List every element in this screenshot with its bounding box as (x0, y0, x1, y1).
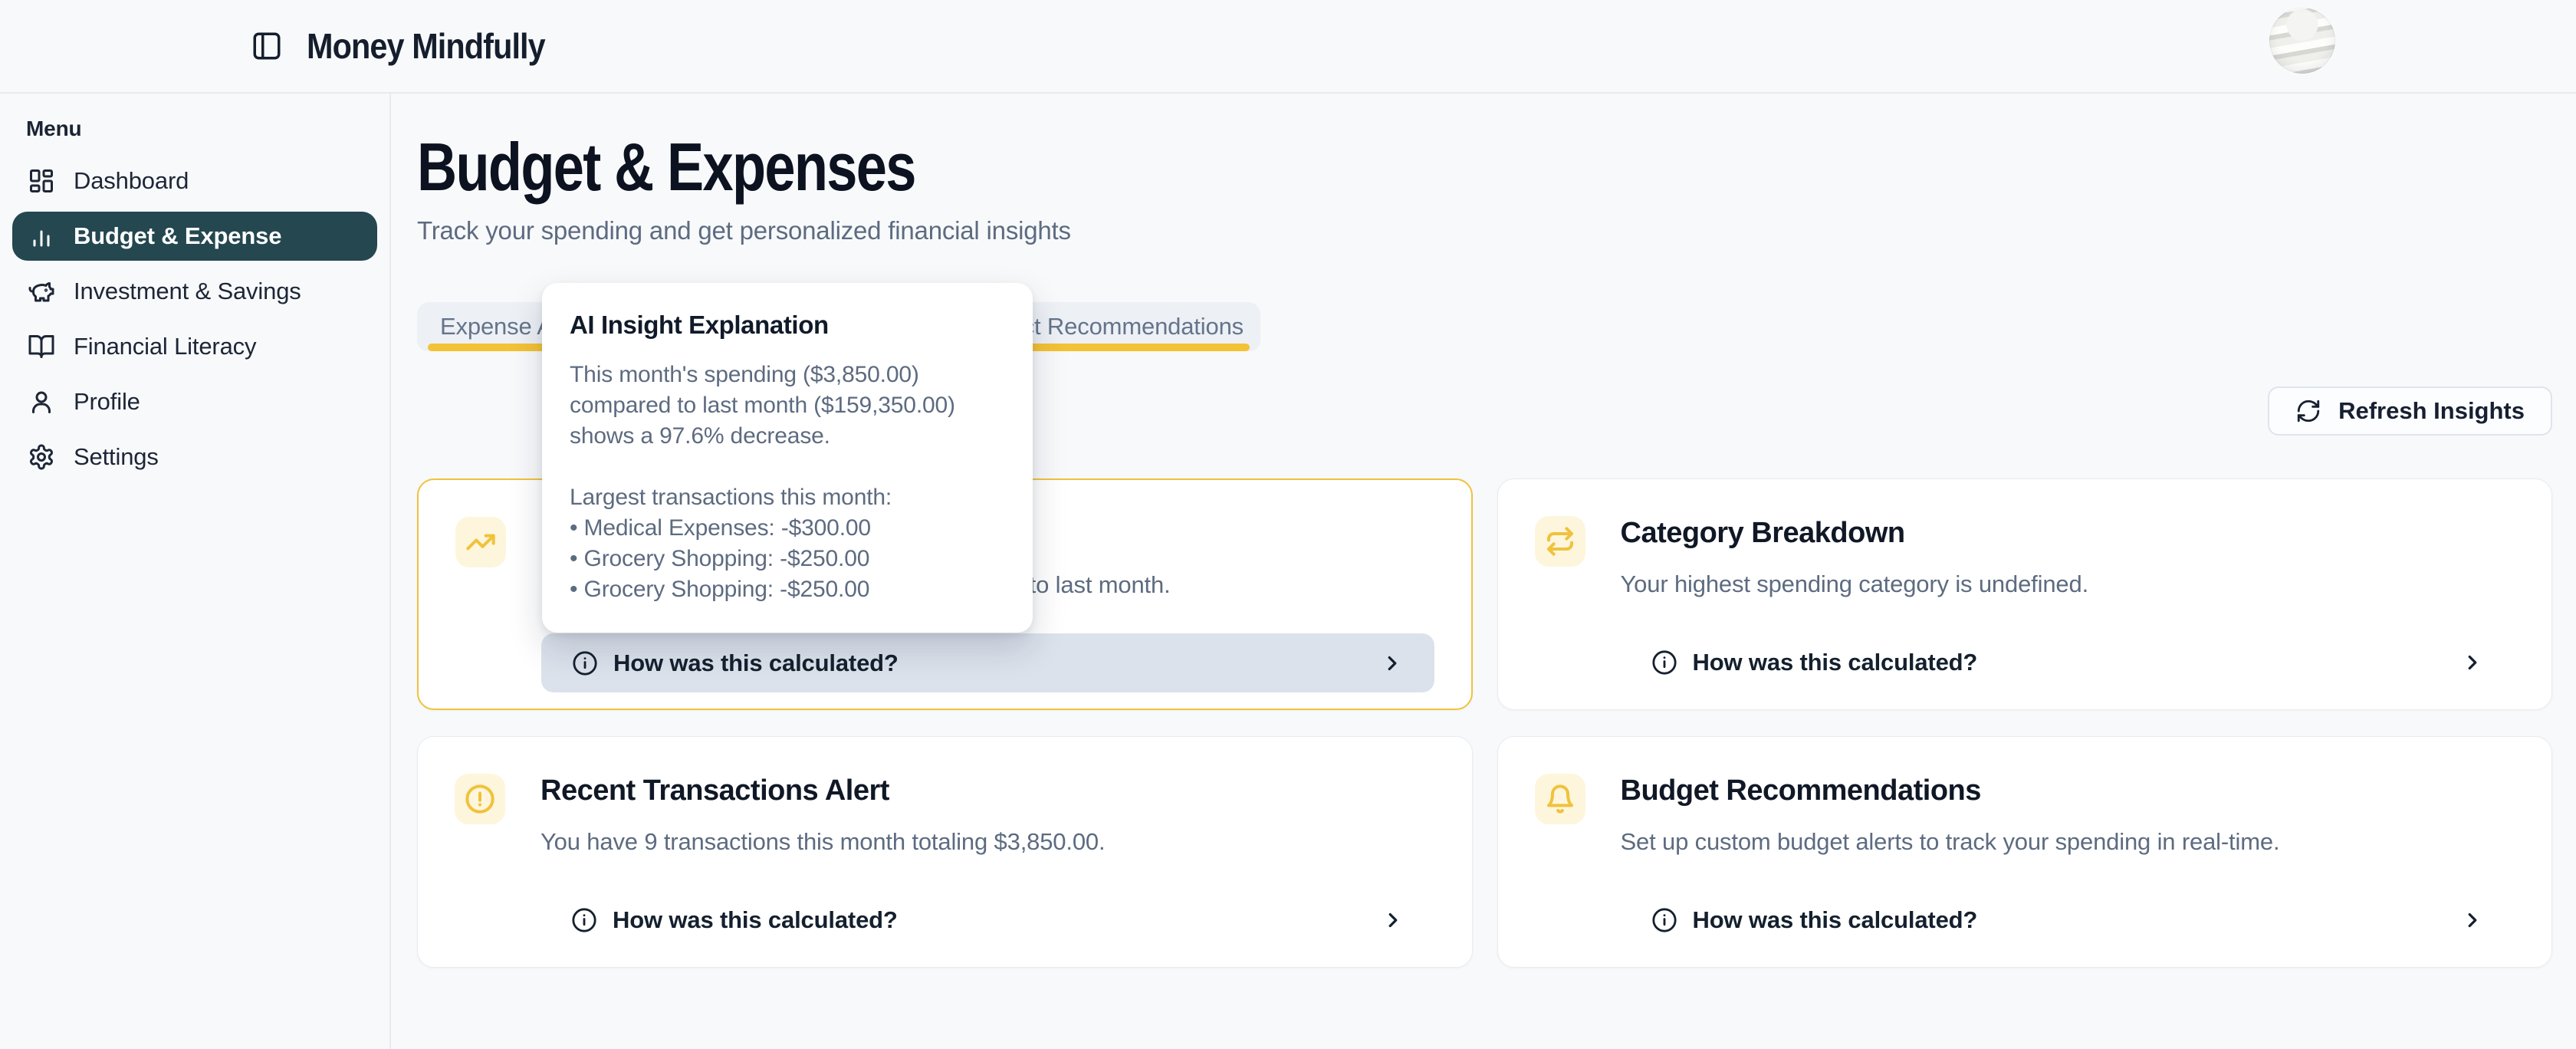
user-icon (28, 388, 55, 416)
app-root: Money Mindfully Menu Dashboard Budget & … (0, 0, 2576, 1049)
how-calculated-button[interactable]: How was this calculated? (1621, 633, 2515, 692)
how-calculated-button[interactable]: How was this calculated? (1621, 890, 2515, 949)
sidebar-item-dashboard[interactable]: Dashboard (12, 156, 377, 206)
tooltip-list-heading: Largest transactions this month: (570, 482, 1005, 513)
info-icon (572, 650, 598, 676)
page-title: Budget & Expenses (417, 133, 915, 201)
sidebar-item-label: Dashboard (74, 167, 189, 195)
info-icon (1651, 649, 1677, 676)
chevron-right-icon (2461, 909, 2484, 932)
card-subtitle: You have 9 transactions this month total… (540, 827, 1435, 857)
page-subtitle: Track your spending and get personalized… (417, 216, 2552, 245)
refresh-insights-button[interactable]: Refresh Insights (2268, 386, 2552, 436)
how-calculated-label: How was this calculated? (1693, 649, 1978, 676)
info-icon (1651, 907, 1677, 933)
chevron-right-icon (1381, 652, 1404, 675)
budget-recommendations-card: Budget Recommendations Set up custom bud… (1497, 736, 2553, 968)
sidebar-item-label: Settings (74, 443, 159, 471)
ai-insight-tooltip: AI Insight Explanation This month's spen… (542, 283, 1033, 633)
tooltip-bullet: • Grocery Shopping: -$250.00 (570, 544, 1005, 574)
card-title: Budget Recommendations (1621, 774, 2515, 807)
alert-circle-icon (455, 774, 505, 824)
sidebar-item-label: Profile (74, 388, 140, 416)
piggy-bank-icon (28, 278, 55, 305)
refresh-label: Refresh Insights (2338, 397, 2525, 425)
sidebar-item-settings[interactable]: Settings (12, 432, 377, 482)
how-calculated-label: How was this calculated? (1693, 906, 1978, 934)
chevron-right-icon (2461, 651, 2484, 674)
bar-chart-icon (28, 222, 55, 250)
how-calculated-label: How was this calculated? (613, 906, 898, 934)
sidebar-item-financial-literacy[interactable]: Financial Literacy (12, 322, 377, 371)
how-calculated-button[interactable]: How was this calculated? (541, 633, 1434, 692)
bell-icon (1535, 774, 1585, 824)
sidebar-item-label: Investment & Savings (74, 278, 301, 305)
trending-up-icon (455, 517, 506, 567)
repeat-icon (1535, 516, 1585, 567)
dashboard-icon (28, 167, 55, 195)
category-breakdown-card: Category Breakdown Your highest spending… (1497, 478, 2553, 710)
tooltip-title: AI Insight Explanation (570, 311, 1005, 340)
sidebar-item-investment-savings[interactable]: Investment & Savings (12, 267, 377, 316)
sidebar-item-profile[interactable]: Profile (12, 377, 377, 426)
tooltip-bullet: • Medical Expenses: -$300.00 (570, 513, 1005, 544)
sidebar-item-budget-expense[interactable]: Budget & Expense (12, 212, 377, 261)
sidebar-toggle-button[interactable] (247, 26, 287, 66)
chevron-right-icon (1382, 909, 1405, 932)
sidebar-item-label: Budget & Expense (74, 222, 281, 250)
sidebar-section-label: Menu (26, 117, 377, 141)
sidebar-item-label: Financial Literacy (74, 333, 256, 360)
card-subtitle: Set up custom budget alerts to track you… (1621, 827, 2515, 857)
sidebar: Menu Dashboard Budget & Expense Investme… (0, 94, 391, 1049)
refresh-icon (2295, 398, 2321, 424)
book-open-icon (28, 333, 55, 360)
top-header: Money Mindfully (0, 0, 2576, 94)
panel-left-icon (251, 30, 283, 62)
card-title: Recent Transactions Alert (540, 774, 1435, 807)
gear-icon (28, 443, 55, 471)
how-calculated-button[interactable]: How was this calculated? (540, 890, 1435, 949)
tooltip-bullet: • Grocery Shopping: -$250.00 (570, 574, 1005, 605)
tooltip-paragraph: This month's spending ($3,850.00) compar… (570, 360, 1005, 452)
recent-transactions-card: Recent Transactions Alert You have 9 tra… (417, 736, 1473, 968)
card-subtitle: Your highest spending category is undefi… (1621, 570, 2515, 599)
how-calculated-label: How was this calculated? (613, 649, 899, 677)
avatar[interactable] (2269, 8, 2335, 74)
app-title: Money Mindfully (307, 25, 545, 67)
card-title: Category Breakdown (1621, 516, 2515, 550)
info-icon (571, 907, 597, 933)
